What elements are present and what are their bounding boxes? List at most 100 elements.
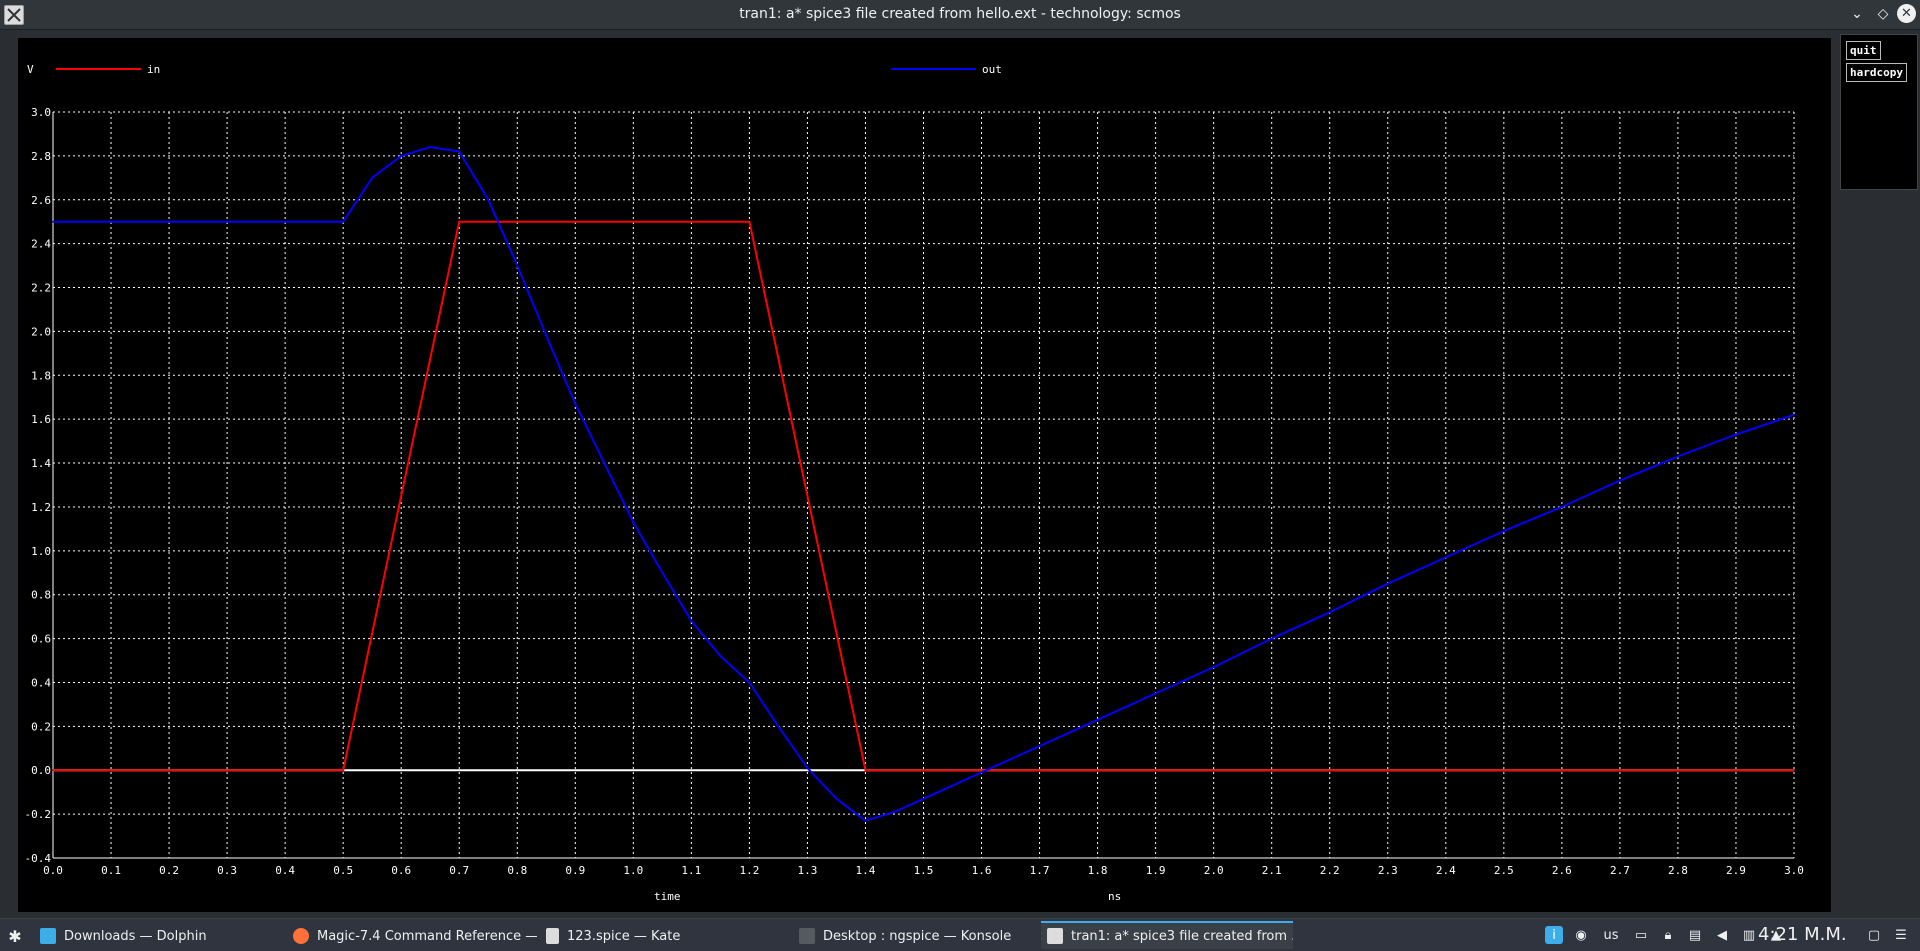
series-in-point bbox=[458, 220, 461, 223]
series-out-point bbox=[429, 146, 432, 148]
task-firefox[interactable]: Magic-7.4 Command Reference —... bbox=[287, 921, 537, 949]
x-tick-label: 1.3 bbox=[797, 864, 817, 877]
y-axis-label: V bbox=[27, 63, 34, 76]
series-out-point bbox=[922, 797, 925, 800]
series-out-point bbox=[719, 655, 722, 657]
x-tick-label: 2.1 bbox=[1262, 864, 1282, 877]
x-tick-label: 1.1 bbox=[681, 864, 701, 877]
series-out-point bbox=[806, 767, 809, 769]
display-icon[interactable]: ▭ bbox=[1632, 926, 1650, 944]
y-tick-label: 2.4 bbox=[31, 238, 51, 251]
x-tick-label: 0.0 bbox=[43, 864, 63, 877]
series-out-point bbox=[893, 811, 896, 813]
y-tick-label: -0.2 bbox=[25, 808, 52, 821]
hardcopy-button[interactable]: hardcopy bbox=[1846, 63, 1907, 82]
series-out-point bbox=[748, 681, 751, 684]
task-dolphin[interactable]: Downloads — Dolphin bbox=[34, 921, 284, 949]
y-tick-label: 0.8 bbox=[31, 589, 51, 602]
update-icon[interactable]: ◉ bbox=[1572, 926, 1590, 944]
taskbar: ✱ Downloads — Dolphin Magic-7.4 Command … bbox=[0, 918, 1920, 951]
task-konsole[interactable]: Desktop : ngspice — Konsole bbox=[793, 921, 1043, 949]
y-tick-label: 1.4 bbox=[31, 457, 51, 470]
x-tick-label: 3.0 bbox=[1784, 864, 1804, 877]
series-out-point bbox=[1270, 637, 1273, 640]
series-out-point bbox=[690, 620, 693, 622]
waveform-chart: 0.0 0.1 0.2 0.3 0.4 0.5 0.6 0.7 0.8 0.9 1.0 1.1 1.2 1… bbox=[25, 63, 1804, 903]
x-axis-unit: ns bbox=[1108, 890, 1121, 903]
clock[interactable]: 4:21 M.M. bbox=[1758, 924, 1847, 945]
x-tick-label: 2.4 bbox=[1436, 864, 1456, 877]
series-out-point bbox=[1793, 413, 1795, 416]
y-tick-label: 3.0 bbox=[31, 106, 51, 119]
x-tick-label: 2.8 bbox=[1668, 864, 1688, 877]
task-kate[interactable]: 123.spice — Kate bbox=[540, 921, 790, 949]
y-tick-label: 2.6 bbox=[31, 194, 51, 207]
series-out-point bbox=[1561, 506, 1563, 508]
x-tick-label: 0.3 bbox=[217, 864, 237, 877]
x-tick-label: 0.2 bbox=[159, 864, 179, 877]
series-out-point bbox=[1154, 692, 1157, 695]
network-icon[interactable]: ▥ bbox=[1740, 926, 1758, 944]
series-out-point bbox=[1619, 479, 1621, 482]
y-tick-label: 1.0 bbox=[31, 545, 51, 558]
window-title: tran1: a* spice3 file created from hello… bbox=[739, 6, 1181, 22]
y-tick-label: 0.6 bbox=[31, 633, 51, 646]
series-in-point bbox=[52, 769, 54, 772]
task-label: tran1: a* spice3 file created from ... bbox=[1071, 928, 1293, 944]
lock-icon[interactable]: 🔒︎ bbox=[1659, 926, 1677, 944]
firefox-icon bbox=[293, 928, 309, 944]
series-out-point bbox=[1038, 745, 1041, 747]
menu-icon[interactable]: ☰ bbox=[1892, 926, 1910, 944]
series-in-point bbox=[748, 220, 751, 223]
quit-button[interactable]: quit bbox=[1846, 41, 1881, 60]
task-label: 123.spice — Kate bbox=[567, 928, 681, 944]
ngspice-plot-window: 0.0 0.1 0.2 0.3 0.4 0.5 0.6 0.7 0.8 0.9 1.0 1.1 1.2 1… bbox=[0, 30, 1920, 918]
desktop-controls: ▢ ☰ bbox=[1865, 925, 1919, 945]
y-tick-label: 0.0 bbox=[31, 764, 51, 777]
series-out-point bbox=[1386, 582, 1389, 585]
close-button[interactable]: ✕ bbox=[1897, 4, 1916, 23]
volume-icon[interactable]: ◀ bbox=[1713, 926, 1731, 944]
series-out-point bbox=[1445, 556, 1447, 559]
task-label: Downloads — Dolphin bbox=[64, 928, 207, 944]
maximize-button[interactable]: ◇ bbox=[1873, 4, 1893, 24]
command-panel: quit hardcopy bbox=[1840, 34, 1918, 190]
system-tray: i ◉ us ▭ 🔒︎ ▤ ◀ ▥ ▲ bbox=[1545, 925, 1794, 945]
x-tick-label: 2.7 bbox=[1610, 864, 1630, 877]
y-tick-label: 2.0 bbox=[31, 325, 51, 338]
x-tick-label: 2.3 bbox=[1378, 864, 1398, 877]
show-desktop-icon[interactable]: ▢ bbox=[1865, 926, 1883, 944]
info-icon[interactable]: i bbox=[1545, 926, 1563, 944]
x-tick-label: 1.0 bbox=[623, 864, 643, 877]
series-out-point bbox=[400, 155, 403, 157]
window-titlebar: tran1: a* spice3 file created from hello… bbox=[0, 0, 1920, 30]
terminal-icon bbox=[799, 928, 815, 944]
application-launcher-icon[interactable]: ✱ bbox=[4, 925, 26, 947]
y-tick-label: 0.4 bbox=[31, 676, 51, 689]
x-tick-label: 2.6 bbox=[1552, 864, 1572, 877]
series-out-point bbox=[603, 462, 606, 464]
keyboard-layout[interactable]: us bbox=[1599, 926, 1623, 944]
series-out-point bbox=[458, 150, 461, 153]
task-label: Magic-7.4 Command Reference —... bbox=[317, 928, 537, 944]
series-out-point bbox=[777, 725, 780, 728]
task-ngspice-plot[interactable]: tran1: a* spice3 file created from ... bbox=[1041, 921, 1293, 949]
series-out-point bbox=[632, 521, 635, 524]
clipboard-icon[interactable]: ▤ bbox=[1686, 926, 1704, 944]
x-tick-label: 1.5 bbox=[914, 864, 934, 877]
series-out-point bbox=[487, 198, 490, 201]
y-tick-label: 2.8 bbox=[31, 150, 51, 163]
x-tick-label: 1.6 bbox=[972, 864, 992, 877]
series-out-point bbox=[342, 220, 344, 223]
x11-icon bbox=[1047, 928, 1063, 944]
minimize-button[interactable]: ⌄ bbox=[1847, 4, 1867, 24]
legend-out-label: out bbox=[982, 63, 1002, 76]
y-tick-label: 2.2 bbox=[31, 282, 51, 295]
y-tick-label: 1.6 bbox=[31, 413, 51, 426]
x-tick-label: 2.0 bbox=[1204, 864, 1224, 877]
series-out-point bbox=[1212, 666, 1215, 668]
x-axis-label: time bbox=[654, 890, 681, 903]
series-out-point bbox=[52, 220, 54, 223]
series-out-point bbox=[1096, 718, 1099, 721]
series-out-point bbox=[1503, 530, 1505, 532]
